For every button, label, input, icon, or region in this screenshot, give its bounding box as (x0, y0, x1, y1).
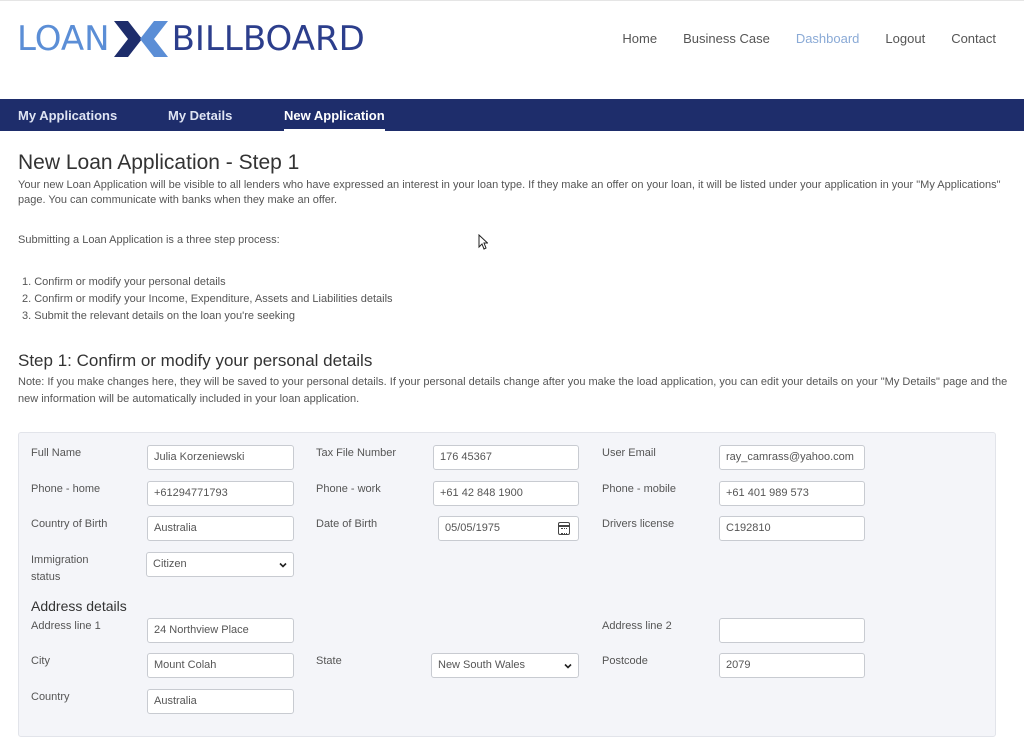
step-item: 2. Confirm or modify your Income, Expend… (22, 293, 393, 305)
city-field[interactable]: Mount Colah (147, 653, 294, 678)
step-item: 1. Confirm or modify your personal detai… (22, 276, 226, 288)
date-of-birth-field[interactable]: 05/05/1975 (438, 516, 579, 541)
nav-home[interactable]: Home (622, 31, 657, 47)
step-item: 3. Submit the relevant details on the lo… (22, 310, 295, 322)
top-nav: Home Business Case Dashboard Logout Cont… (596, 31, 996, 47)
nav-dashboard[interactable]: Dashboard (796, 31, 860, 47)
phone-mobile-label: Phone - mobile (602, 483, 676, 495)
process-text: Submitting a Loan Application is a three… (18, 234, 280, 246)
full-name-field[interactable]: Julia Korzeniewski (147, 445, 294, 470)
full-name-label: Full Name (31, 447, 82, 459)
phone-work-label: Phone - work (316, 483, 381, 495)
logo-chevrons-icon (113, 21, 168, 57)
mouse-cursor-icon (478, 234, 488, 250)
tab-my-details[interactable]: My Details (168, 108, 232, 124)
state-value: New South Wales (438, 659, 526, 671)
country-of-birth-field[interactable]: Australia (147, 516, 294, 541)
immigration-status-label: Immigration status (31, 552, 88, 586)
address-line1-field[interactable]: 24 Northview Place (147, 618, 294, 643)
intro-text: Your new Loan Application will be visibl… (18, 179, 1001, 206)
drivers-license-field[interactable]: C192810 (719, 516, 865, 541)
state-select[interactable]: New South Wales (431, 653, 579, 678)
postcode-label: Postcode (602, 655, 648, 667)
tab-new-application[interactable]: New Application (284, 108, 385, 132)
date-of-birth-value: 05/05/1975 (445, 522, 501, 534)
tab-my-applications[interactable]: My Applications (18, 108, 117, 124)
country-of-birth-label: Country of Birth (31, 518, 108, 530)
immigration-status-select[interactable]: Citizen (146, 552, 294, 577)
calendar-icon[interactable] (558, 522, 570, 535)
date-of-birth-label: Date of Birth (316, 518, 378, 530)
page-title: New Loan Application - Step 1 (18, 151, 300, 174)
tax-file-number-label: Tax File Number (316, 447, 397, 459)
chevron-down-icon (564, 663, 572, 669)
nav-business-case[interactable]: Business Case (683, 31, 770, 47)
state-label: State (316, 655, 342, 667)
step-heading: Step 1: Confirm or modify your personal … (18, 351, 373, 370)
phone-work-field[interactable]: +61 42 848 1900 (433, 481, 579, 506)
phone-home-field[interactable]: +61294771793 (147, 481, 294, 506)
note-text: Note: If you make changes here, they wil… (18, 376, 1008, 405)
address-details-heading: Address details (31, 598, 127, 614)
logo-text-loan: LOAN (17, 19, 110, 59)
chevron-down-icon (279, 562, 287, 568)
nav-logout[interactable]: Logout (885, 31, 925, 47)
immigration-label-line1: Immigration (31, 554, 89, 566)
address-line1-label: Address line 1 (31, 620, 101, 632)
postcode-field[interactable]: 2079 (719, 653, 865, 678)
brand-logo[interactable]: LOAN BILLBOARD (17, 17, 365, 61)
address-line2-label: Address line 2 (602, 620, 672, 632)
country-field[interactable]: Australia (147, 689, 294, 714)
tax-file-number-field[interactable]: 176 45367 (433, 445, 579, 470)
phone-mobile-field[interactable]: +61 401 989 573 (719, 481, 865, 506)
immigration-status-value: Citizen (153, 558, 187, 570)
address-line2-field[interactable] (719, 618, 865, 643)
nav-contact[interactable]: Contact (951, 31, 996, 47)
user-email-field[interactable]: ray_camrass@yahoo.com (719, 445, 865, 470)
user-email-label: User Email (602, 447, 656, 459)
dashboard-subnav: My Applications My Details New Applicati… (0, 99, 1024, 132)
country-label: Country (31, 691, 70, 703)
phone-home-label: Phone - home (31, 483, 101, 495)
immigration-label-line2: status (31, 571, 61, 583)
city-label: City (31, 655, 50, 667)
site-header: LOAN BILLBOARD Home Business Case Dashbo… (0, 0, 1024, 99)
drivers-license-label: Drivers license (602, 518, 675, 530)
steps-list: 1. Confirm or modify your personal detai… (22, 274, 393, 325)
logo-text-billboard: BILLBOARD (171, 19, 365, 59)
